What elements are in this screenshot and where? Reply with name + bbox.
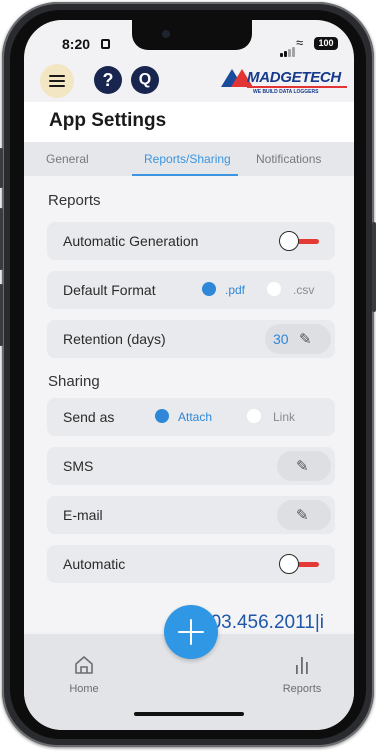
bar-chart-icon bbox=[296, 657, 308, 674]
attach-option-label: Attach bbox=[178, 410, 213, 424]
signal-icon bbox=[280, 39, 296, 57]
menu-button[interactable] bbox=[40, 64, 74, 98]
csv-radio[interactable] bbox=[267, 282, 281, 296]
phone-number-overlay: 603.456.2011|i bbox=[200, 612, 324, 633]
pdf-option-label: .pdf bbox=[225, 283, 246, 297]
retention-edit-button[interactable]: 30 ✎ bbox=[265, 324, 331, 354]
reports-label: Reports bbox=[282, 683, 322, 695]
volume-down-button bbox=[0, 284, 3, 346]
add-button[interactable] bbox=[164, 605, 218, 659]
logo-name: MADGETECH bbox=[247, 69, 341, 86]
send-as-row: Send as Attach Link bbox=[47, 398, 335, 436]
automatic-generation-label: Automatic Generation bbox=[63, 233, 199, 249]
home-label: Home bbox=[69, 683, 99, 695]
email-row: E-mail ✎ bbox=[47, 496, 335, 534]
default-format-row: Default Format .pdf .csv bbox=[47, 271, 335, 309]
madgetech-logo: MADGETECH WE BUILD DATA LOGGERS bbox=[221, 66, 349, 100]
sms-row: SMS ✎ bbox=[47, 447, 335, 485]
email-label: E-mail bbox=[63, 507, 103, 523]
automatic-sharing-toggle[interactable] bbox=[279, 554, 319, 574]
mute-switch bbox=[0, 148, 3, 188]
home-icon bbox=[75, 656, 93, 674]
send-as-label: Send as bbox=[63, 409, 115, 425]
retention-value: 30 bbox=[273, 331, 289, 347]
attach-radio[interactable] bbox=[155, 409, 169, 423]
notch bbox=[132, 20, 252, 50]
pencil-icon: ✎ bbox=[296, 458, 309, 475]
email-edit-button[interactable]: ✎ bbox=[277, 500, 331, 530]
logo-tagline: WE BUILD DATA LOGGERS bbox=[253, 89, 319, 95]
link-option-label: Link bbox=[273, 410, 296, 424]
q-icon[interactable]: Q bbox=[131, 66, 159, 94]
automatic-sharing-row: Automatic bbox=[47, 545, 335, 583]
pencil-icon: ✎ bbox=[296, 507, 309, 524]
sms-edit-button[interactable]: ✎ bbox=[277, 451, 331, 481]
home-indicator bbox=[134, 712, 244, 716]
sim-icon bbox=[101, 39, 110, 49]
default-format-label: Default Format bbox=[63, 282, 156, 298]
pdf-radio[interactable] bbox=[202, 282, 216, 296]
automatic-generation-row: Automatic Generation bbox=[47, 222, 335, 260]
nav-reports[interactable]: Reports bbox=[274, 654, 330, 695]
pencil-icon: ✎ bbox=[299, 331, 312, 348]
battery-icon: 100 bbox=[314, 37, 338, 50]
nav-home[interactable]: Home bbox=[60, 654, 108, 695]
tab-notifications[interactable]: Notifications bbox=[256, 152, 321, 166]
reports-section-title: Reports bbox=[48, 192, 101, 209]
volume-up-button bbox=[0, 208, 3, 270]
tab-reports-sharing[interactable]: Reports/Sharing bbox=[144, 152, 231, 166]
automatic-sharing-label: Automatic bbox=[63, 556, 126, 572]
sms-label: SMS bbox=[63, 458, 94, 474]
logo-underline bbox=[247, 86, 347, 88]
retention-row: Retention (days) 30 ✎ bbox=[47, 320, 335, 358]
retention-label: Retention (days) bbox=[63, 331, 166, 347]
app-header: ? Q MADGETECH WE BUILD DATA LOGGERS bbox=[24, 58, 354, 102]
toggle-track bbox=[297, 562, 319, 567]
toggle-track bbox=[297, 239, 319, 244]
help-icon[interactable]: ? bbox=[94, 66, 122, 94]
power-button bbox=[372, 222, 376, 312]
toggle-knob bbox=[279, 554, 299, 574]
link-radio[interactable] bbox=[247, 409, 261, 423]
automatic-generation-toggle[interactable] bbox=[279, 231, 319, 251]
wifi-icon: ≈ bbox=[296, 35, 304, 50]
settings-tabs: General Reports/Sharing Notifications bbox=[24, 142, 354, 176]
settings-content: Reports Automatic Generation Default For… bbox=[24, 176, 354, 631]
csv-option-label: .csv bbox=[293, 283, 315, 297]
sharing-section-title: Sharing bbox=[48, 373, 100, 390]
front-camera bbox=[162, 30, 170, 38]
page-title: App Settings bbox=[24, 102, 354, 142]
status-time: 8:20 bbox=[62, 36, 91, 52]
tab-general[interactable]: General bbox=[46, 152, 89, 166]
toggle-knob bbox=[279, 231, 299, 251]
